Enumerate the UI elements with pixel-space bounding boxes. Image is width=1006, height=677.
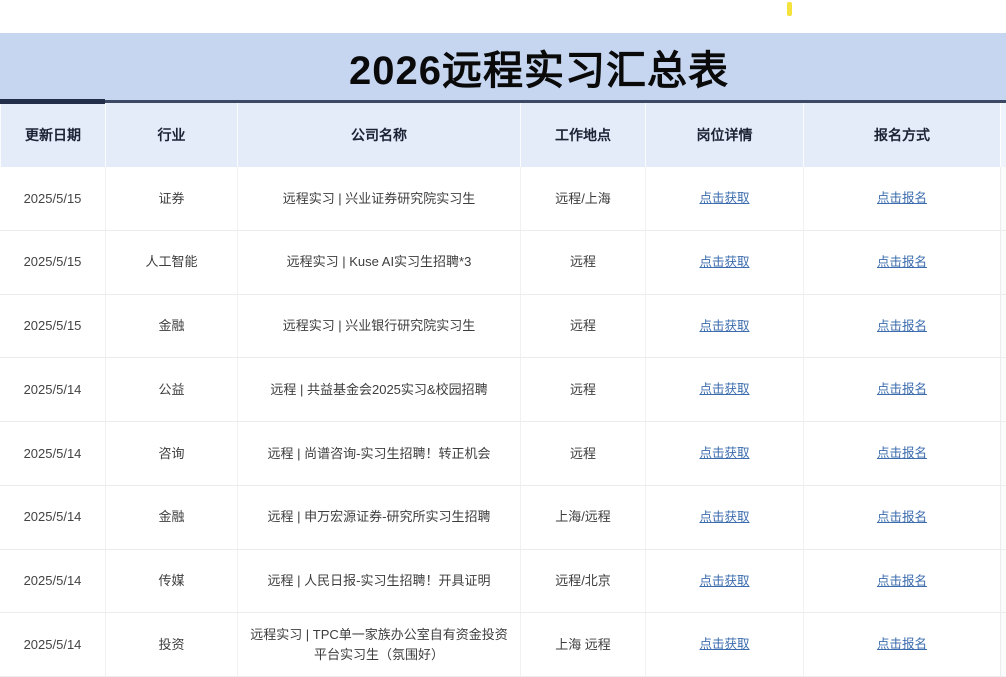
table-row: 2025/5/15 金融 远程实习 | 兴业银行研究院实习生 远程 点击获取 点…	[0, 295, 1006, 359]
signup-link[interactable]: 点击报名	[877, 508, 927, 527]
details-link[interactable]: 点击获取	[699, 317, 749, 336]
table-row: 2025/5/15 人工智能 远程实习 | Kuse AI实习生招聘*3 远程 …	[0, 231, 1006, 295]
table-row: 2025/5/14 咨询 远程 | 尚谱咨询-实习生招聘！转正机会 远程 点击获…	[0, 422, 1006, 486]
company-cell: 远程 | 共益基金会2025实习&校园招聘	[237, 358, 520, 421]
signup-link[interactable]: 点击报名	[877, 253, 927, 272]
table-row: 2025/5/14 金融 远程 | 申万宏源证券-研究所实习生招聘 上海/远程 …	[0, 486, 1006, 550]
table-right-edge	[1000, 167, 1006, 230]
table-row: 2025/5/14 投资 远程实习 | TPC单一家族办公室自有资金投资平台实习…	[0, 613, 1006, 677]
industry-cell: 证券	[105, 167, 237, 230]
update-date-cell: 2025/5/15	[0, 295, 105, 358]
industry-cell: 公益	[105, 358, 237, 421]
signup-link[interactable]: 点击报名	[877, 444, 927, 463]
update-date-cell: 2025/5/15	[0, 167, 105, 230]
industry-cell: 投资	[105, 613, 237, 676]
details-link[interactable]: 点击获取	[699, 635, 749, 654]
column-header-update-date: 更新日期	[0, 103, 105, 167]
table-right-edge	[1000, 295, 1006, 358]
location-cell: 远程	[520, 422, 645, 485]
industry-cell: 传媒	[105, 550, 237, 613]
company-cell: 远程 | 人民日报-实习生招聘！开具证明	[237, 550, 520, 613]
details-link[interactable]: 点击获取	[699, 253, 749, 272]
table-header-row: 更新日期 行业 公司名称 工作地点 岗位详情 报名方式	[0, 100, 1006, 167]
update-date-cell: 2025/5/15	[0, 231, 105, 294]
column-header-signup: 报名方式	[803, 103, 1000, 167]
company-cell: 远程实习 | Kuse AI实习生招聘*3	[237, 231, 520, 294]
company-cell: 远程实习 | 兴业证券研究院实习生	[237, 167, 520, 230]
signup-link[interactable]: 点击报名	[877, 380, 927, 399]
signup-link[interactable]: 点击报名	[877, 189, 927, 208]
signup-link[interactable]: 点击报名	[877, 317, 927, 336]
details-link[interactable]: 点击获取	[699, 380, 749, 399]
update-date-cell: 2025/5/14	[0, 613, 105, 676]
column-header-details: 岗位详情	[645, 103, 803, 167]
industry-cell: 人工智能	[105, 231, 237, 294]
company-cell: 远程实习 | TPC单一家族办公室自有资金投资平台实习生（氛围好）	[237, 613, 520, 676]
table-row: 2025/5/14 公益 远程 | 共益基金会2025实习&校园招聘 远程 点击…	[0, 358, 1006, 422]
company-cell: 远程实习 | 兴业银行研究院实习生	[237, 295, 520, 358]
highlight-mark	[787, 2, 792, 16]
details-link[interactable]: 点击获取	[699, 572, 749, 591]
company-cell: 远程 | 申万宏源证券-研究所实习生招聘	[237, 486, 520, 549]
internship-table: 更新日期 行业 公司名称 工作地点 岗位详情 报名方式 2025/5/15 证券…	[0, 100, 1006, 677]
table-right-edge	[1000, 231, 1006, 294]
table-right-edge	[1000, 486, 1006, 549]
location-cell: 上海/远程	[520, 486, 645, 549]
table-right-edge	[1000, 613, 1006, 676]
company-cell: 远程 | 尚谱咨询-实习生招聘！转正机会	[237, 422, 520, 485]
industry-cell: 金融	[105, 295, 237, 358]
table-row: 2025/5/14 传媒 远程 | 人民日报-实习生招聘！开具证明 远程/北京 …	[0, 550, 1006, 614]
page-title: 2026远程实习汇总表	[349, 38, 729, 96]
table-right-edge	[1000, 422, 1006, 485]
update-date-cell: 2025/5/14	[0, 422, 105, 485]
details-link[interactable]: 点击获取	[699, 189, 749, 208]
location-cell: 远程	[520, 231, 645, 294]
column-header-company: 公司名称	[237, 103, 520, 167]
details-link[interactable]: 点击获取	[699, 508, 749, 527]
column-header-location: 工作地点	[520, 103, 645, 167]
industry-cell: 金融	[105, 486, 237, 549]
location-cell: 远程/北京	[520, 550, 645, 613]
industry-cell: 咨询	[105, 422, 237, 485]
header-thick-border	[0, 99, 105, 104]
location-cell: 远程/上海	[520, 167, 645, 230]
title-banner: 2026远程实习汇总表	[0, 33, 1006, 100]
details-link[interactable]: 点击获取	[699, 444, 749, 463]
signup-link[interactable]: 点击报名	[877, 635, 927, 654]
location-cell: 远程	[520, 358, 645, 421]
update-date-cell: 2025/5/14	[0, 550, 105, 613]
table-right-edge	[1000, 550, 1006, 613]
table-right-edge	[1000, 103, 1006, 167]
signup-link[interactable]: 点击报名	[877, 572, 927, 591]
table-right-edge	[1000, 358, 1006, 421]
location-cell: 上海 远程	[520, 613, 645, 676]
location-cell: 远程	[520, 295, 645, 358]
update-date-cell: 2025/5/14	[0, 486, 105, 549]
column-header-industry: 行业	[105, 103, 237, 167]
table-row: 2025/5/15 证券 远程实习 | 兴业证券研究院实习生 远程/上海 点击获…	[0, 167, 1006, 231]
update-date-cell: 2025/5/14	[0, 358, 105, 421]
